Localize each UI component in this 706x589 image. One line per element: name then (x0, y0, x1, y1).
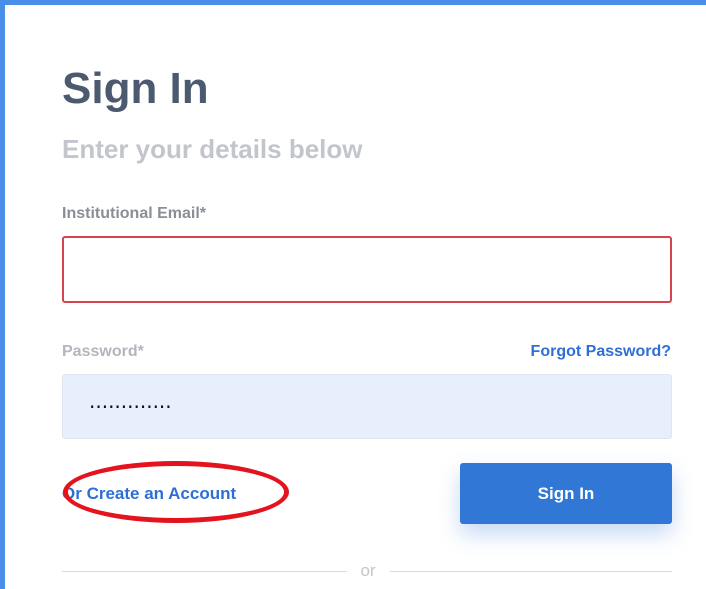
divider-line-right (390, 571, 672, 572)
sign-in-button[interactable]: Sign In (460, 463, 672, 524)
left-border (0, 0, 5, 589)
email-label: Institutional Email* (62, 205, 207, 222)
password-label: Password* (62, 343, 144, 360)
create-account-link[interactable]: Create an Account (87, 484, 237, 503)
create-account-row: Or Create an Account (62, 484, 236, 504)
page-subtitle: Enter your details below (62, 134, 363, 164)
divider-line-left (62, 571, 347, 572)
email-field[interactable] (62, 236, 672, 303)
top-border (0, 0, 706, 5)
signin-page: Sign In Enter your details below Institu… (0, 0, 706, 589)
divider-or-text: or (360, 561, 376, 580)
or-prefix: Or (62, 484, 82, 503)
password-field[interactable] (62, 374, 672, 439)
page-title: Sign In (62, 64, 209, 113)
forgot-password-link[interactable]: Forgot Password? (531, 342, 671, 362)
